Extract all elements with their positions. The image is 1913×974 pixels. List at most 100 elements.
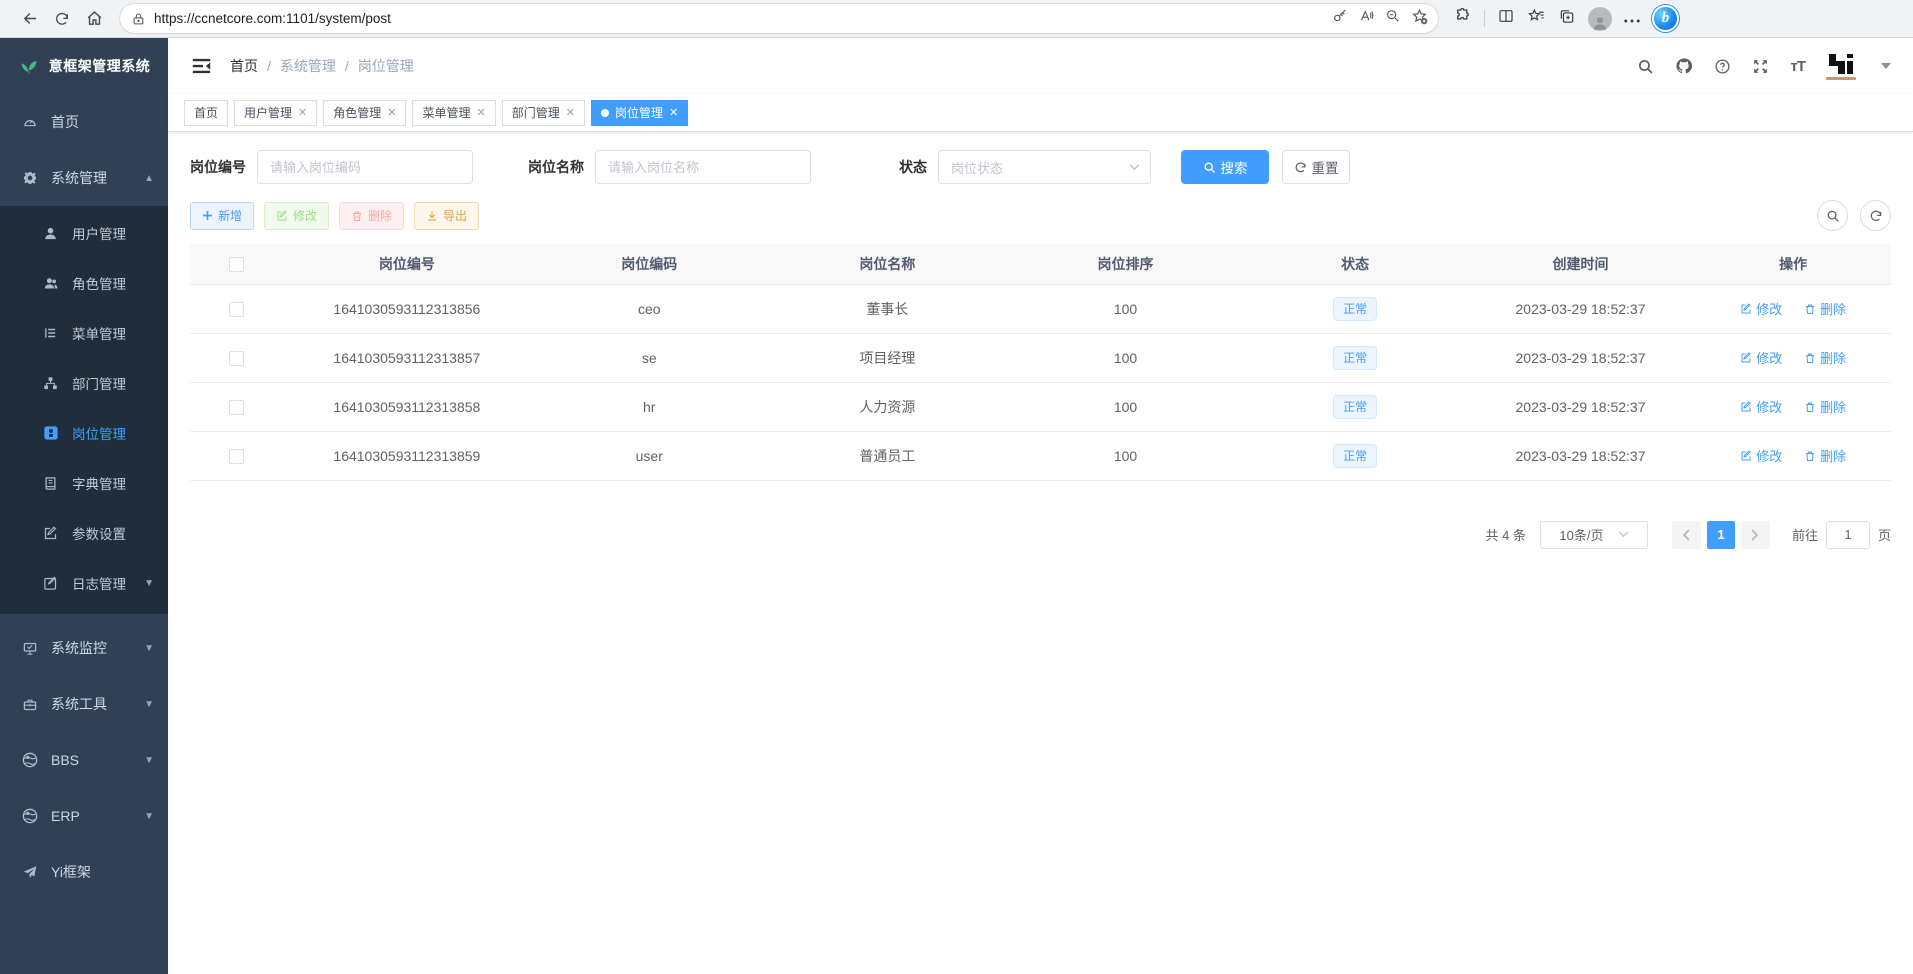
cell-created-time: 2023-03-29 18:52:37 <box>1466 431 1696 480</box>
delete-button-disabled[interactable]: 删除 <box>339 202 404 230</box>
sidebar-item-users[interactable]: 用户管理 <box>0 208 168 258</box>
breadcrumb-system[interactable]: 系统管理 <box>280 56 336 76</box>
chevron-down-icon: ▼ <box>144 755 154 766</box>
sidebar-item-menus[interactable]: 菜单管理 <box>0 308 168 358</box>
sidebar-item-label: 角色管理 <box>72 273 154 293</box>
sidebar-item-label: ERP <box>51 808 131 824</box>
post-name-input[interactable] <box>595 150 811 184</box>
row-edit-link[interactable]: 修改 <box>1740 397 1782 416</box>
app-logo[interactable]: 意框架管理系统 <box>0 38 168 94</box>
sidebar-item-logs[interactable]: 日志管理 ▼ <box>0 558 168 608</box>
tab-departments[interactable]: 部门管理✕ <box>502 100 585 126</box>
browser-profile-avatar[interactable] <box>1588 7 1612 31</box>
toggle-search-button[interactable] <box>1817 200 1848 231</box>
dashboard-icon <box>21 115 38 130</box>
row-delete-link[interactable]: 删除 <box>1804 397 1846 416</box>
sidebar-item-monitor[interactable]: 系统监控 ▼ <box>0 620 168 676</box>
row-edit-link[interactable]: 修改 <box>1740 446 1782 465</box>
row-checkbox[interactable] <box>229 449 244 464</box>
tab-home[interactable]: 首页 <box>184 100 228 126</box>
tab-users[interactable]: 用户管理✕ <box>234 100 317 126</box>
row-checkbox[interactable] <box>229 400 244 415</box>
sidebar-item-yi-framework[interactable]: Yi框架 <box>0 844 168 900</box>
split-screen-icon[interactable] <box>1497 8 1515 29</box>
close-icon[interactable]: ✕ <box>477 106 486 119</box>
edit-button-disabled[interactable]: 修改 <box>264 202 329 230</box>
close-icon[interactable]: ✕ <box>387 106 396 119</box>
sidebar-toggle-icon[interactable] <box>184 49 218 83</box>
font-size-icon[interactable]: тT <box>1790 58 1805 75</box>
zoom-out-icon[interactable] <box>1385 8 1401 29</box>
page-number-button[interactable]: 1 <box>1707 521 1735 549</box>
export-button[interactable]: 导出 <box>414 202 479 230</box>
favorite-add-icon[interactable] <box>1411 8 1428 30</box>
refresh-table-button[interactable] <box>1860 200 1891 231</box>
goto-page-input[interactable] <box>1826 521 1870 549</box>
address-bar[interactable]: https://ccnetcore.com:1101/system/post <box>120 4 1438 33</box>
tab-roles[interactable]: 角色管理✕ <box>323 100 406 126</box>
close-icon[interactable]: ✕ <box>669 106 678 119</box>
sidebar-item-bbs[interactable]: BBS ▼ <box>0 732 168 788</box>
row-checkbox[interactable] <box>229 302 244 317</box>
next-page-button[interactable] <box>1741 521 1770 549</box>
status-select[interactable]: 岗位状态 <box>938 150 1151 184</box>
trash-icon <box>1804 303 1816 315</box>
row-edit-link[interactable]: 修改 <box>1740 348 1782 367</box>
sidebar-item-system[interactable]: 系统管理 ▲ <box>0 150 168 206</box>
breadcrumb-separator: / <box>345 58 349 74</box>
avatar-caret-icon[interactable] <box>1881 63 1891 69</box>
sidebar-item-parameters[interactable]: 参数设置 <box>0 508 168 558</box>
sidebar-item-roles[interactable]: 角色管理 <box>0 258 168 308</box>
edit-icon <box>1740 352 1752 364</box>
post-code-input[interactable] <box>257 150 473 184</box>
help-icon[interactable] <box>1714 58 1731 75</box>
tab-posts-active[interactable]: 岗位管理✕ <box>591 100 688 126</box>
browser-home-button[interactable] <box>78 4 110 34</box>
collections-icon[interactable] <box>1527 8 1546 30</box>
read-aloud-icon[interactable] <box>1358 9 1375 29</box>
sidebar-item-home[interactable]: 首页 <box>0 94 168 150</box>
sidebar-item-label: BBS <box>51 752 131 768</box>
browser-back-button[interactable] <box>14 4 46 34</box>
prev-page-button[interactable] <box>1672 521 1701 549</box>
page-unit-label: 页 <box>1878 525 1891 544</box>
github-icon[interactable] <box>1675 57 1693 75</box>
download-icon <box>426 210 438 222</box>
cell-post-name: 普通员工 <box>768 431 1006 480</box>
tab-duplicate-icon[interactable] <box>1558 8 1576 30</box>
select-all-checkbox[interactable] <box>229 257 244 272</box>
password-key-icon[interactable] <box>1332 8 1348 29</box>
close-icon[interactable]: ✕ <box>298 106 307 119</box>
row-delete-link[interactable]: 删除 <box>1804 299 1846 318</box>
header-search-icon[interactable] <box>1637 58 1654 75</box>
sidebar-item-departments[interactable]: 部门管理 <box>0 358 168 408</box>
sidebar-item-posts[interactable]: 岗位管理 <box>0 408 168 458</box>
row-delete-link[interactable]: 删除 <box>1804 446 1846 465</box>
row-checkbox[interactable] <box>229 351 244 366</box>
avatar-underline <box>1826 77 1856 80</box>
org-chart-icon <box>42 376 59 391</box>
search-form: 岗位编号 岗位名称 状态 岗位状态 搜索 重置 <box>190 150 1891 184</box>
page-size-select[interactable]: 10条/页 <box>1540 521 1648 549</box>
sidebar-item-label: 岗位管理 <box>72 423 154 443</box>
sidebar-item-tools[interactable]: 系统工具 ▼ <box>0 676 168 732</box>
menu-tree-icon <box>42 326 59 340</box>
fullscreen-icon[interactable] <box>1752 58 1769 75</box>
user-avatar[interactable] <box>1826 53 1856 80</box>
close-icon[interactable]: ✕ <box>566 106 575 119</box>
reset-button[interactable]: 重置 <box>1282 150 1350 184</box>
browser-menu-icon[interactable] <box>1624 10 1640 28</box>
tab-menus[interactable]: 菜单管理✕ <box>412 100 495 126</box>
extensions-icon[interactable] <box>1454 7 1472 30</box>
breadcrumb-home[interactable]: 首页 <box>230 56 258 76</box>
copilot-bing-icon[interactable]: b <box>1652 5 1679 32</box>
browser-refresh-button[interactable] <box>46 4 78 34</box>
column-created-time: 创建时间 <box>1466 244 1696 284</box>
cell-post-id: 1641030593112313856 <box>284 284 531 333</box>
add-button[interactable]: 新增 <box>190 202 254 230</box>
sidebar-item-dictionary[interactable]: 字典管理 <box>0 458 168 508</box>
row-edit-link[interactable]: 修改 <box>1740 299 1782 318</box>
sidebar-item-erp[interactable]: ERP ▼ <box>0 788 168 844</box>
row-delete-link[interactable]: 删除 <box>1804 348 1846 367</box>
search-button[interactable]: 搜索 <box>1181 150 1269 184</box>
